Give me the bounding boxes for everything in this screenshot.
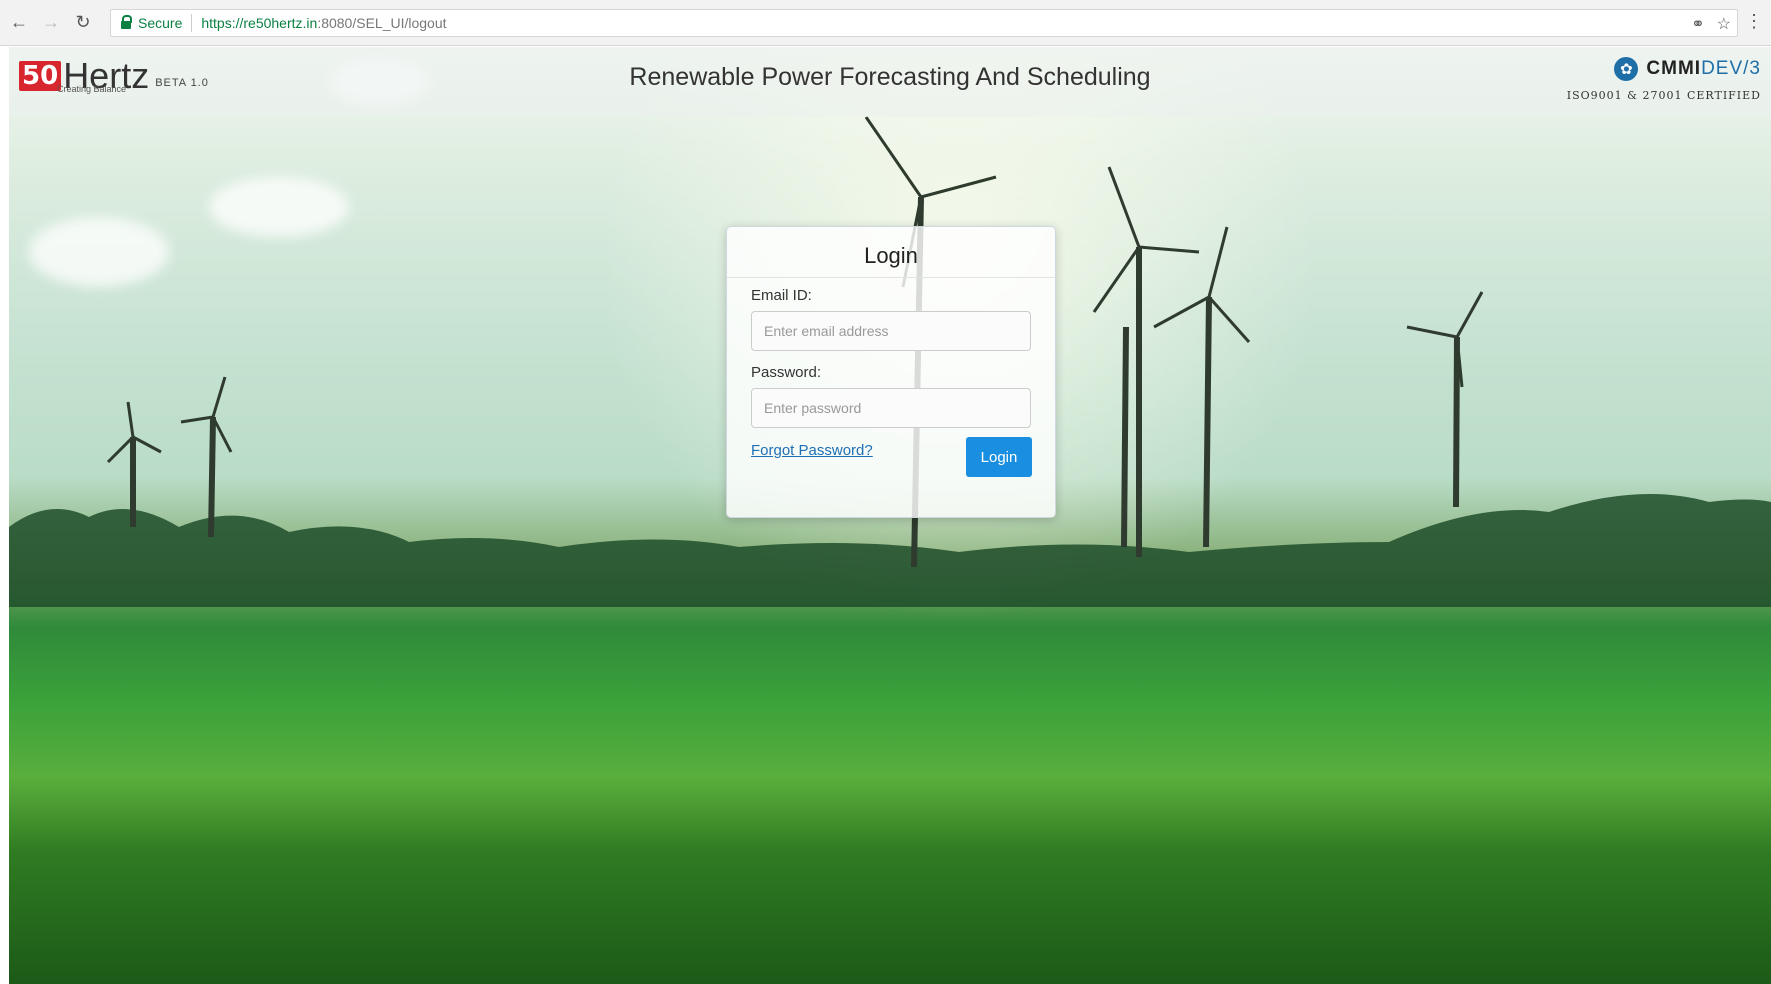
url-path: :8080/SEL_UI/logout: [317, 15, 447, 31]
email-label: Email ID:: [751, 287, 812, 304]
certification-text: ISO9001 & 27001 CERTIFIED: [1566, 89, 1761, 102]
reload-icon[interactable]: ↻: [70, 10, 96, 36]
password-field[interactable]: [751, 388, 1031, 428]
menu-icon[interactable]: ⋮: [1745, 11, 1763, 32]
url-host: https://re50hertz.in: [201, 15, 318, 31]
address-separator: [191, 14, 193, 32]
address-bar[interactable]: Secure https://re50hertz.in :8080/SEL_UI…: [110, 9, 1738, 37]
cmmi-globe-icon: ✿: [1614, 57, 1639, 81]
browser-toolbar: ← → ↻ Secure https://re50hertz.in :8080/…: [0, 0, 1771, 46]
back-icon[interactable]: ←: [6, 10, 32, 36]
password-label: Password:: [751, 364, 822, 381]
page-title: Renewable Power Forecasting And Scheduli…: [629, 63, 1151, 91]
forgot-password-link[interactable]: Forgot Password?: [751, 442, 873, 459]
star-icon[interactable]: ☆: [1717, 14, 1731, 34]
secure-label: Secure: [138, 15, 183, 31]
site-header: 50 Hertz BETA 1.0 Creating Balance Renew…: [9, 47, 1771, 117]
login-title: Login: [727, 227, 1055, 278]
forward-icon[interactable]: →: [38, 10, 64, 36]
lock-icon: [121, 15, 132, 29]
cmmi-badge: ✿ CMMIDEV/3 ISO9001 & 27001 CERTIFIED: [1567, 57, 1761, 102]
email-field[interactable]: [751, 311, 1031, 351]
login-panel: Login Email ID: Password: Forgot Passwor…: [726, 226, 1056, 518]
key-icon[interactable]: ⚭: [1691, 14, 1704, 34]
login-button[interactable]: Login: [966, 437, 1032, 477]
page-viewport: 50 Hertz BETA 1.0 Creating Balance Renew…: [9, 47, 1771, 984]
cmmi-label: CMMIDEV/3: [1646, 58, 1761, 79]
